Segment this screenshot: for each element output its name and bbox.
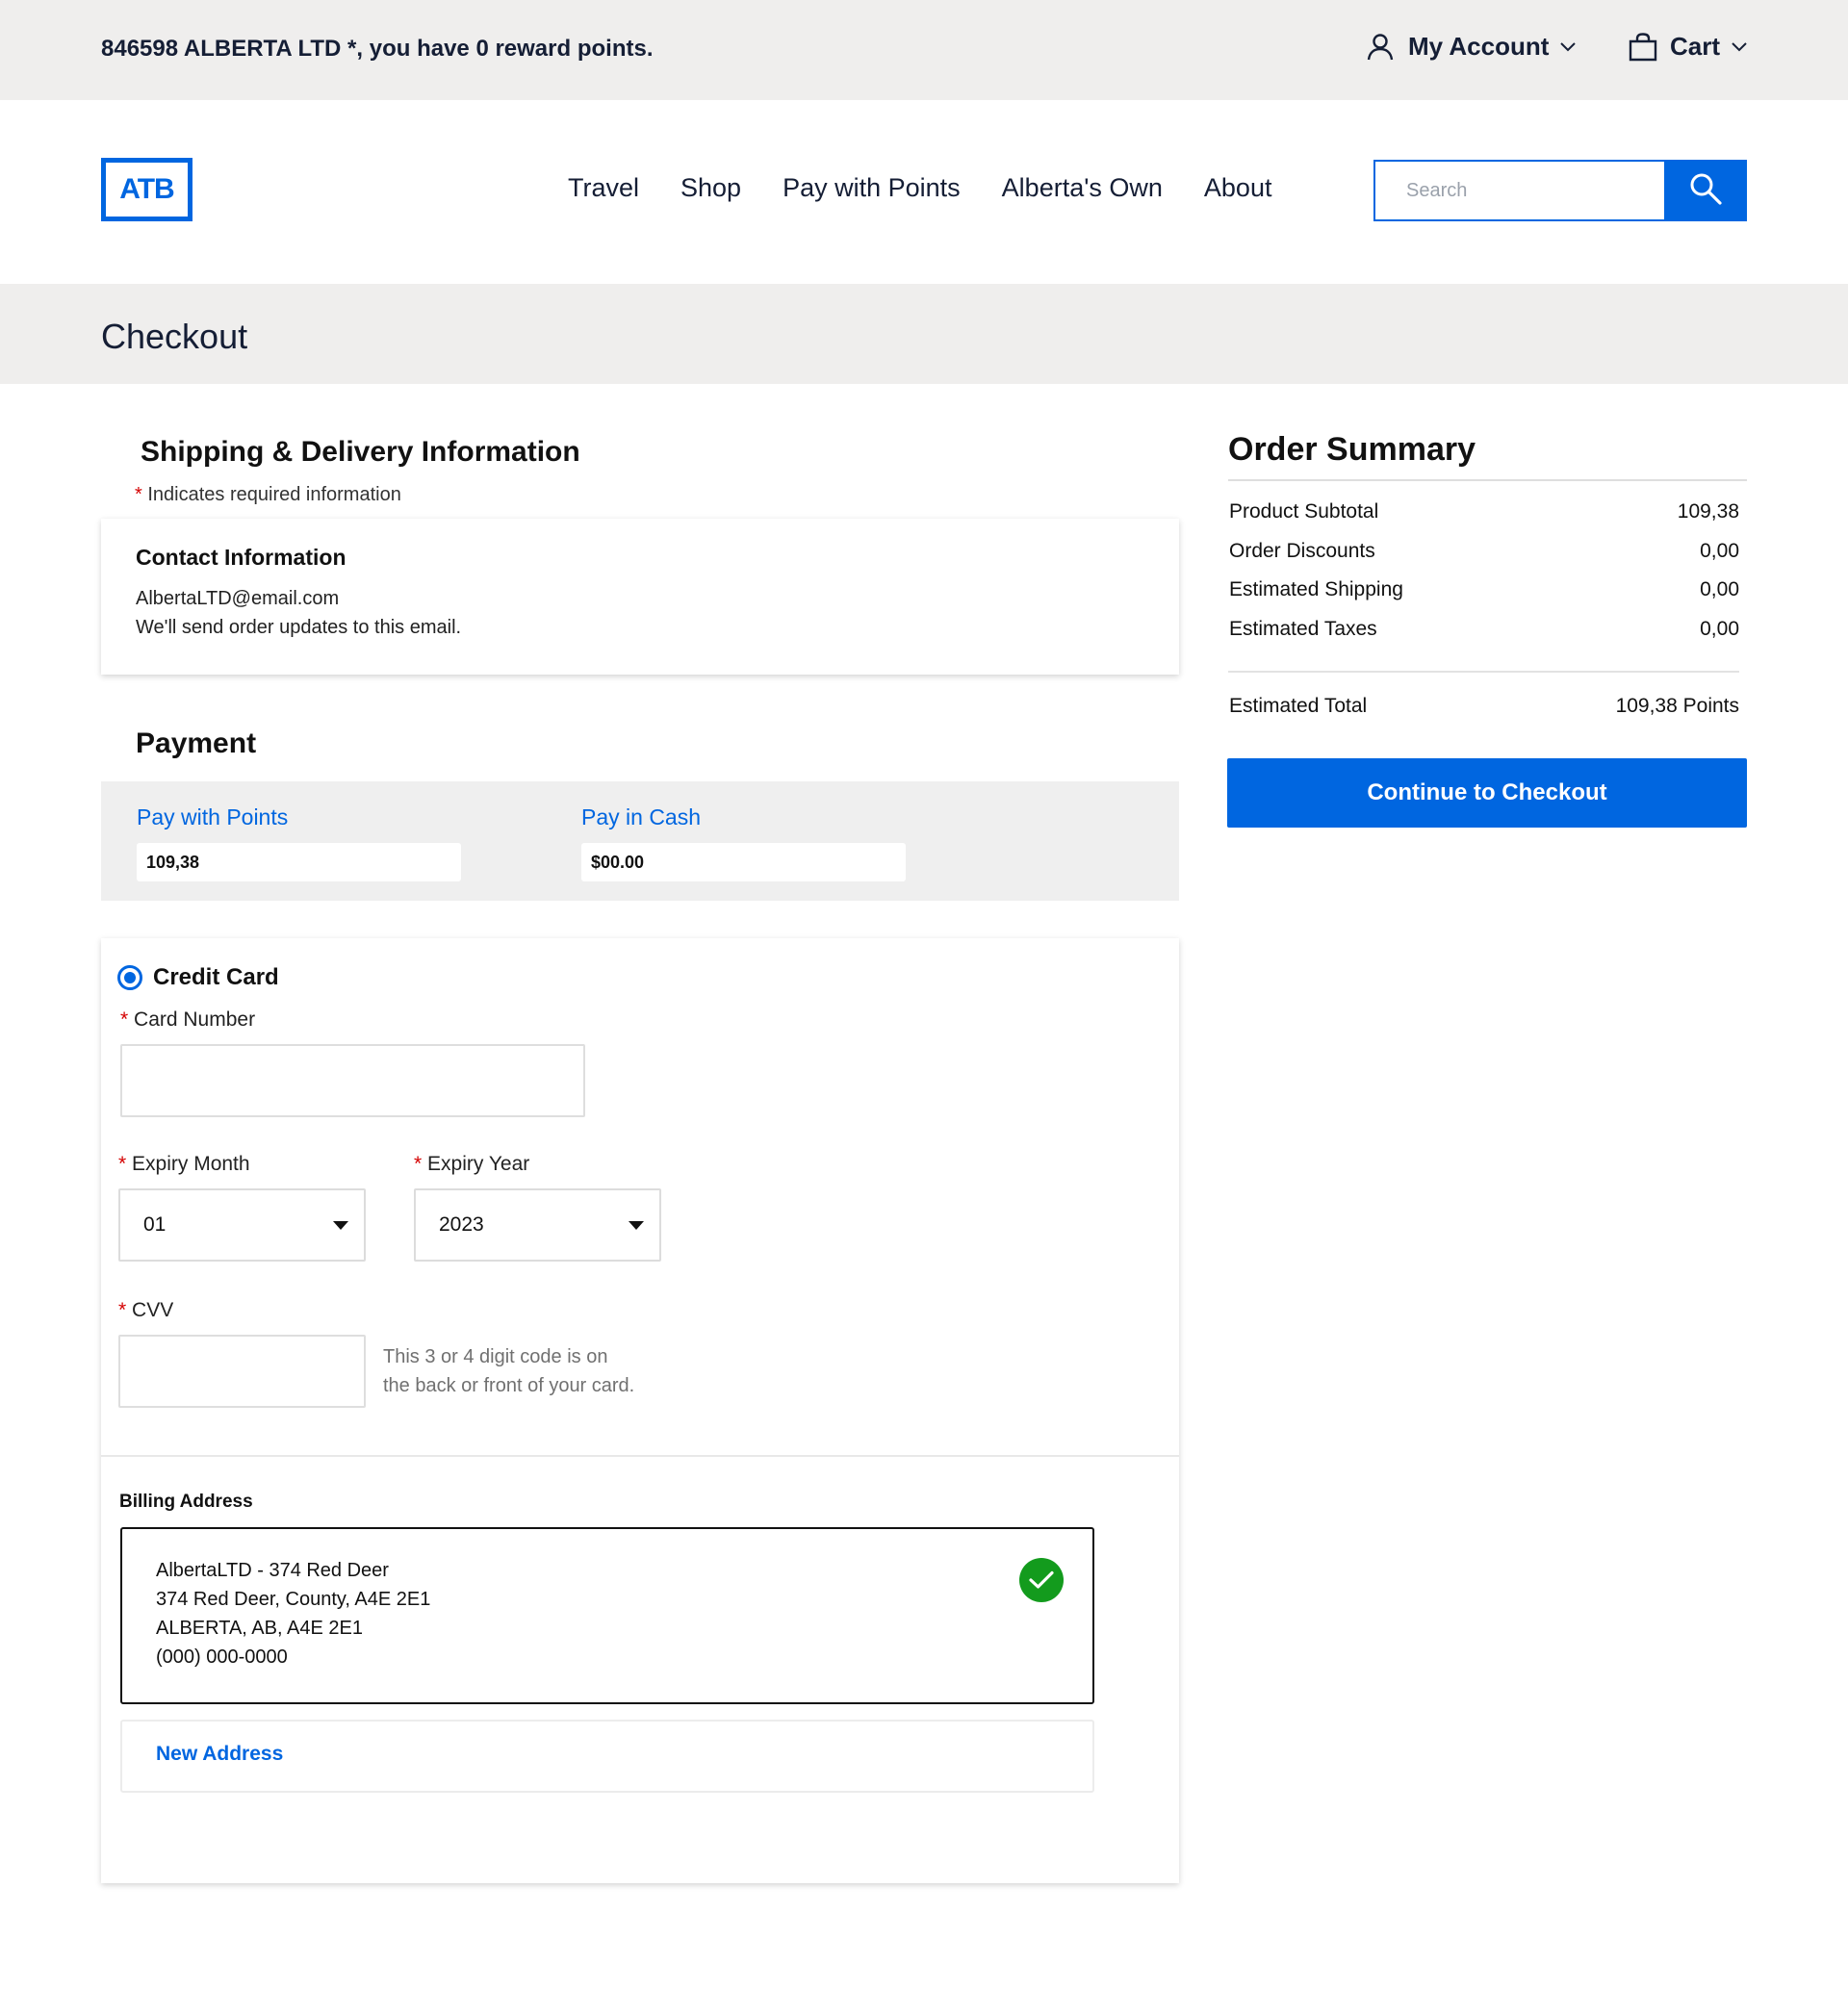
cvv-label-text: CVV: [132, 1299, 174, 1321]
summary-row-value: 109,38: [1677, 500, 1739, 523]
cvv-help-line: the back or front of your card.: [383, 1375, 635, 1396]
summary-row: Order Discounts 0,00: [1229, 540, 1739, 563]
address-line: (000) 000-0000: [156, 1646, 288, 1668]
required-star: *: [135, 484, 142, 505]
summary-row-label: Estimated Shipping: [1229, 578, 1403, 600]
caret-down-icon: [629, 1221, 644, 1230]
new-address-option[interactable]: New Address: [120, 1720, 1094, 1793]
cvv-label: * CVV: [118, 1299, 173, 1322]
cvv-help-line: This 3 or 4 digit code is on: [383, 1346, 608, 1367]
new-address-link[interactable]: New Address: [156, 1743, 283, 1766]
search-input[interactable]: [1373, 160, 1664, 221]
summary-row-label: Order Discounts: [1229, 540, 1375, 562]
expiry-year-label-text: Expiry Year: [427, 1153, 530, 1175]
contact-email: AlbertaLTD@email.com: [136, 588, 340, 609]
my-account-label: My Account: [1408, 32, 1550, 61]
my-account-menu[interactable]: My Account: [1366, 32, 1577, 62]
summary-row-value: 0,00: [1700, 540, 1739, 562]
expiry-year-select[interactable]: 2023: [414, 1188, 661, 1262]
credit-card-panel: Credit Card * Card Number * Expiry Month…: [101, 938, 1179, 1883]
required-info-note: * Indicates required information: [135, 484, 401, 506]
required-star: *: [118, 1153, 127, 1175]
shopping-bag-icon: [1628, 32, 1658, 62]
expiry-month-label-text: Expiry Month: [132, 1153, 250, 1175]
cart-label: Cart: [1670, 32, 1721, 61]
expiry-year-label: * Expiry Year: [414, 1153, 529, 1176]
main-nav: Travel Shop Pay with Points Alberta's Ow…: [568, 173, 1313, 203]
summary-row-value: 0,00: [1700, 578, 1739, 600]
cash-amount-input[interactable]: [581, 843, 906, 881]
address-line: AlbertaLTD - 374 Red Deer: [156, 1560, 389, 1581]
atb-logo[interactable]: ATB: [101, 158, 192, 221]
expiry-month-select[interactable]: 01: [118, 1188, 366, 1262]
search-icon: [1688, 171, 1723, 211]
summary-row-label: Product Subtotal: [1229, 500, 1379, 523]
summary-total-divider: [1228, 671, 1739, 673]
credit-card-label: Credit Card: [153, 964, 279, 990]
points-amount-input[interactable]: [137, 843, 461, 881]
credit-card-radio[interactable]: [117, 965, 142, 990]
address-line: 374 Red Deer, County, A4E 2E1: [156, 1589, 431, 1610]
contact-information-card: Contact Information AlbertaLTD@email.com…: [101, 519, 1179, 675]
nav-shop[interactable]: Shop: [680, 173, 741, 203]
required-star: *: [118, 1299, 127, 1321]
expiry-month-label: * Expiry Month: [118, 1153, 250, 1176]
reward-points-greeting: 846598 ALBERTA LTD *, you have 0 reward …: [101, 36, 654, 62]
nav-travel[interactable]: Travel: [568, 173, 639, 203]
address-line: ALBERTA, AB, A4E 2E1: [156, 1618, 363, 1639]
nav-albertas-own[interactable]: Alberta's Own: [1002, 173, 1163, 203]
card-number-label-text: Card Number: [134, 1008, 256, 1031]
caret-down-icon: [333, 1221, 348, 1230]
top-bar: 846598 ALBERTA LTD *, you have 0 reward …: [0, 0, 1848, 100]
nav-about[interactable]: About: [1204, 173, 1272, 203]
summary-row-label: Estimated Taxes: [1229, 618, 1377, 640]
continue-to-checkout-button[interactable]: Continue to Checkout: [1227, 758, 1747, 828]
search-button[interactable]: [1664, 160, 1747, 221]
expiry-month-value: 01: [143, 1213, 167, 1236]
checkout-title-bar: Checkout: [0, 284, 1848, 384]
shipping-section-title: Shipping & Delivery Information: [141, 436, 580, 468]
selected-billing-address[interactable]: AlbertaLTD - 374 Red Deer 374 Red Deer, …: [120, 1527, 1094, 1704]
checkmark-icon: [1019, 1558, 1064, 1602]
user-icon: [1366, 33, 1395, 62]
cvv-input[interactable]: [118, 1335, 366, 1408]
summary-row: Estimated Taxes 0,00: [1229, 618, 1739, 641]
search-bar: [1373, 160, 1747, 223]
expiry-year-value: 2023: [439, 1213, 484, 1236]
required-star: *: [120, 1008, 129, 1031]
chevron-down-icon: [1732, 41, 1747, 52]
estimated-total-label: Estimated Total: [1229, 695, 1368, 717]
card-number-input[interactable]: [120, 1044, 585, 1117]
cvv-help-text: This 3 or 4 digit code is on the back or…: [383, 1342, 691, 1400]
order-summary-divider: [1228, 479, 1747, 481]
summary-row: Product Subtotal 109,38: [1229, 500, 1739, 523]
summary-total-row: Estimated Total 109,38 Points: [1229, 695, 1739, 718]
required-star: *: [414, 1153, 423, 1175]
payment-split-panel: Pay with Points Pay in Cash: [101, 781, 1179, 901]
site-header: ATB Travel Shop Pay with Points Alberta'…: [0, 100, 1848, 284]
pay-with-points-label: Pay with Points: [137, 804, 289, 829]
pay-in-cash-label: Pay in Cash: [581, 804, 702, 829]
payment-section-title: Payment: [136, 727, 257, 759]
section-divider: [101, 1455, 1179, 1457]
summary-row-value: 0,00: [1700, 618, 1739, 640]
contact-email-note: We'll send order updates to this email.: [136, 617, 462, 638]
required-note-text: Indicates required information: [147, 484, 401, 505]
billing-address-title: Billing Address: [119, 1492, 253, 1512]
page-title: Checkout: [101, 317, 248, 356]
nav-pay-with-points[interactable]: Pay with Points: [783, 173, 961, 203]
order-summary-title: Order Summary: [1228, 431, 1476, 468]
estimated-total-value: 109,38 Points: [1615, 695, 1739, 717]
summary-row: Estimated Shipping 0,00: [1229, 578, 1739, 601]
cart-menu[interactable]: Cart: [1628, 32, 1747, 62]
contact-info-title: Contact Information: [136, 545, 346, 570]
card-number-label: * Card Number: [120, 1008, 255, 1032]
chevron-down-icon: [1560, 41, 1577, 52]
